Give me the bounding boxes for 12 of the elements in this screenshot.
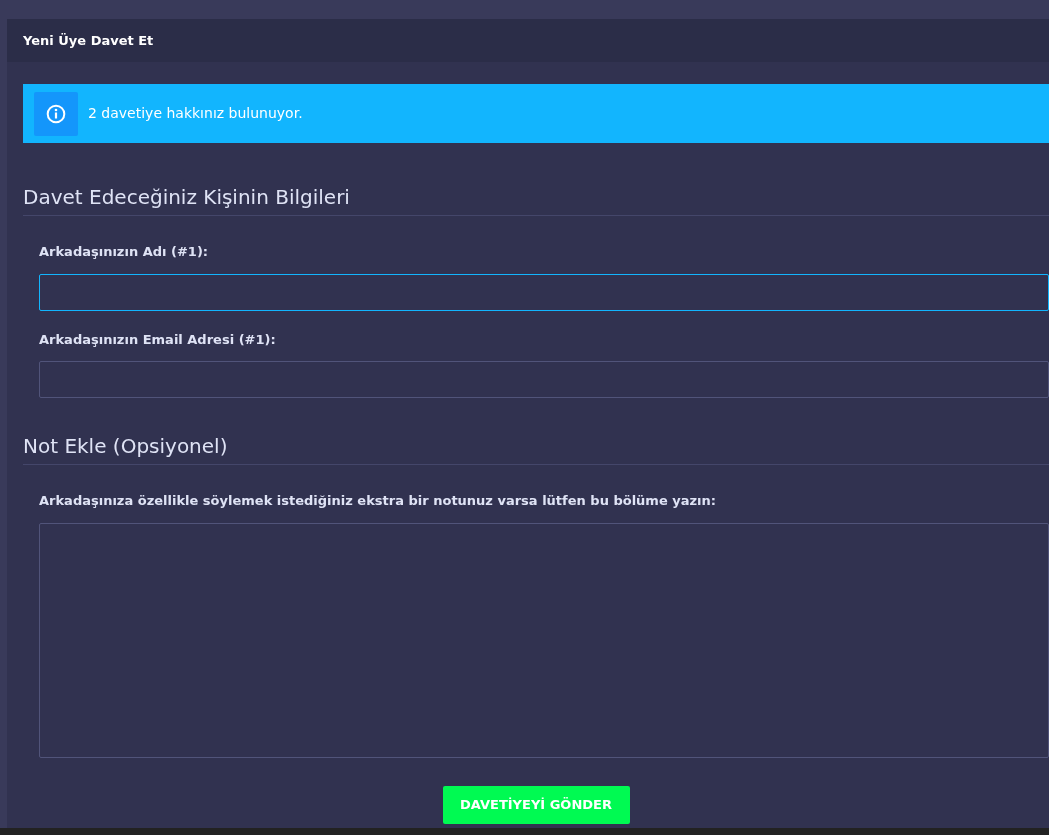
input-field[interactable] bbox=[39, 273, 1049, 311]
input-field[interactable] bbox=[39, 361, 1049, 398]
alert-text: 2 davetiye hakkınız bulunuyor. bbox=[88, 104, 303, 123]
section-heading: Davet Edeceğiniz Kişinin Bilgileri bbox=[23, 185, 1049, 216]
info-icon bbox=[34, 91, 78, 136]
field-label: Arkadaşınızın Adı (#1): bbox=[39, 243, 210, 261]
panel-title: Yeni Üye Davet Et bbox=[23, 31, 154, 50]
section-heading: Not Ekle (Opsiyonel) bbox=[23, 434, 1049, 465]
send-invitation-button[interactable]: DAVETİYEYİ GÖNDER bbox=[442, 785, 630, 824]
field-label: Arkadaşınıza özellikle söylemek istediğiniz ekstra bir notunuz varsa lütfen bu bölüme yazın: bbox=[39, 492, 717, 510]
note-field[interactable] bbox=[39, 522, 1049, 758]
field-label: Arkadaşınızın Email Adresi (#1): bbox=[39, 330, 277, 349]
